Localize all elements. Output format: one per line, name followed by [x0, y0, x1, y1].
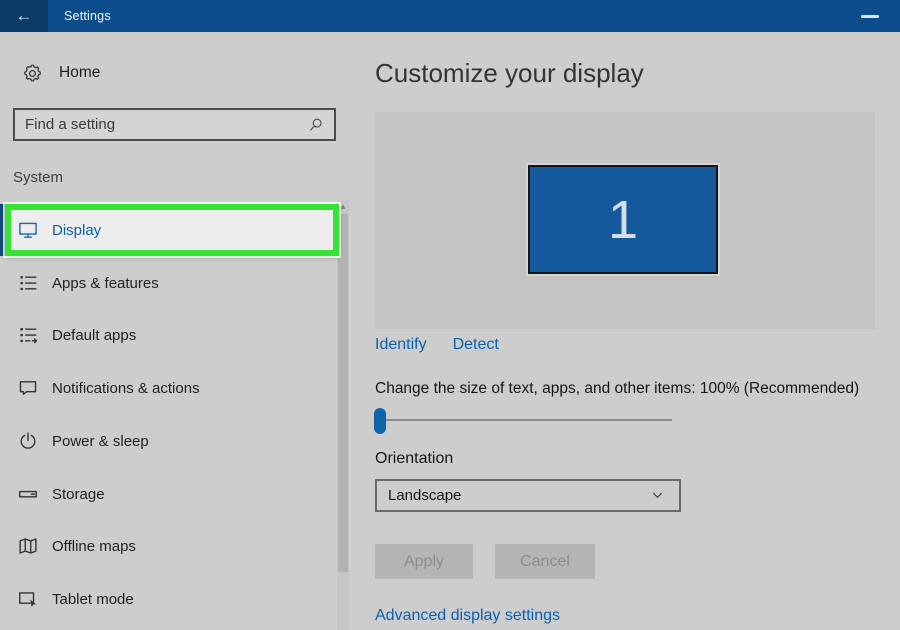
detect-link[interactable]: Detect — [453, 336, 499, 354]
tablet-mode-icon — [17, 588, 39, 610]
sidebar-item-power-sleep[interactable]: Power & sleep — [0, 415, 337, 467]
notifications-icon — [17, 377, 39, 399]
back-button[interactable]: ← — [0, 0, 48, 32]
sidebar-item-label: Tablet mode — [52, 590, 134, 608]
cancel-button[interactable]: Cancel — [495, 544, 595, 579]
display-preview-panel: 1 — [375, 112, 875, 329]
sidebar-scrollbar[interactable]: ▲ — [337, 200, 349, 630]
sidebar-item-label: Power & sleep — [52, 432, 149, 450]
settings-window: ← Settings Home System Display Apps & fea… — [0, 0, 900, 630]
sidebar-item-notifications-actions[interactable]: Notifications & actions — [0, 362, 337, 414]
sidebar-item-tablet-mode[interactable]: Tablet mode — [0, 573, 337, 625]
sidebar-item-display[interactable]: Display — [0, 204, 337, 256]
titlebar: ← Settings — [0, 0, 900, 32]
sidebar-item-home[interactable]: Home — [22, 58, 100, 88]
sidebar-item-label: Storage — [52, 485, 105, 503]
scale-label: Change the size of text, apps, and other… — [375, 380, 860, 397]
gear-icon — [22, 63, 43, 84]
scrollbar-up-icon[interactable]: ▲ — [337, 200, 349, 213]
sidebar-item-label: Notifications & actions — [52, 379, 200, 397]
home-label: Home — [59, 64, 101, 81]
sidebar-item-label: Display — [52, 221, 102, 239]
sidebar-item-label: Default apps — [52, 326, 137, 344]
apply-button[interactable]: Apply — [375, 544, 473, 579]
selected-accent-bar — [0, 204, 5, 256]
search-box[interactable] — [13, 108, 336, 141]
identify-detect-row: Identify Detect — [375, 336, 499, 354]
search-icon[interactable] — [307, 116, 325, 134]
offline-maps-icon — [17, 535, 39, 557]
default-apps-icon — [17, 324, 39, 346]
sidebar-item-apps-features[interactable]: Apps & features — [0, 257, 337, 309]
identify-link[interactable]: Identify — [375, 336, 427, 354]
scale-slider-thumb[interactable] — [374, 408, 386, 434]
sidebar-item-offline-maps[interactable]: Offline maps — [0, 520, 337, 572]
sidebar-item-label: Offline maps — [52, 537, 136, 555]
back-arrow-icon: ← — [15, 6, 33, 25]
scale-slider-track[interactable] — [378, 419, 672, 421]
chevron-down-icon — [649, 487, 666, 504]
power-icon — [17, 430, 39, 452]
apps-icon — [17, 272, 39, 294]
monitor-preview[interactable]: 1 — [528, 165, 718, 274]
monitor-number: 1 — [607, 189, 639, 250]
orientation-value: Landscape — [388, 487, 462, 504]
page-title: Customize your display — [375, 58, 644, 88]
orientation-dropdown[interactable]: Landscape — [375, 479, 681, 512]
sidebar-item-storage[interactable]: Storage — [0, 468, 337, 520]
orientation-label: Orientation — [375, 450, 454, 467]
advanced-display-settings-link[interactable]: Advanced display settings — [375, 607, 560, 625]
sidebar-item-default-apps[interactable]: Default apps — [0, 309, 337, 361]
display-icon — [17, 219, 39, 241]
section-label-system: System — [13, 169, 64, 186]
minimize-button[interactable] — [850, 0, 890, 32]
sidebar-item-label: Apps & features — [52, 274, 159, 292]
storage-icon — [17, 483, 39, 505]
minimize-icon — [861, 14, 879, 18]
window-title: Settings — [64, 9, 111, 23]
scrollbar-thumb[interactable] — [338, 214, 348, 572]
search-input[interactable] — [15, 116, 307, 133]
